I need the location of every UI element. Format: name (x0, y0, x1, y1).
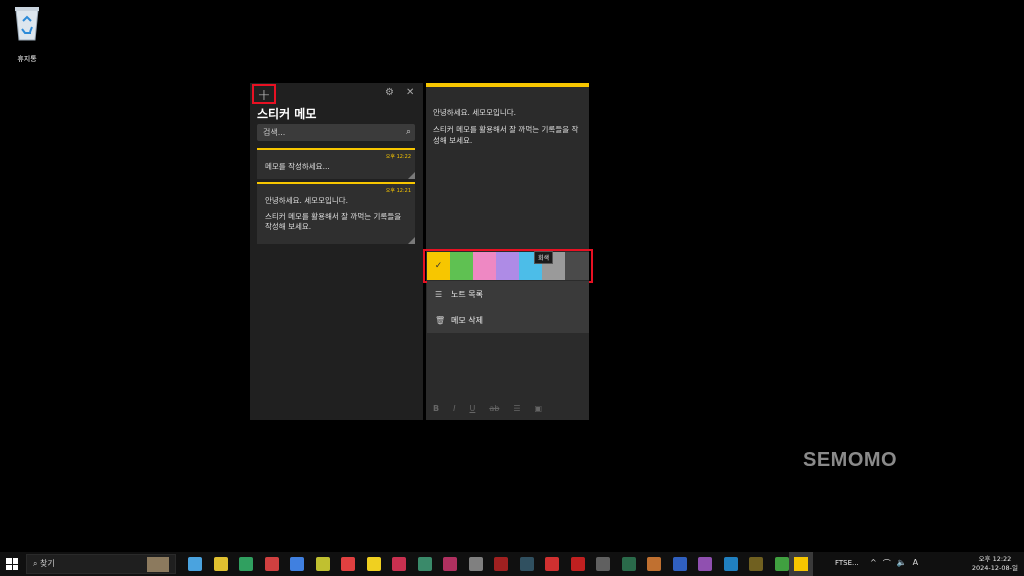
note-time: 오후 12:22 (385, 154, 411, 160)
taskbar-app-icon[interactable] (366, 557, 381, 571)
taskbar-app-icon[interactable] (392, 557, 406, 571)
note-preview: 메모를 작성하세요... (265, 162, 330, 171)
bold-icon[interactable]: B (433, 404, 439, 413)
strikethrough-icon[interactable]: ab (489, 404, 499, 413)
taskbar-app-icon[interactable] (672, 557, 687, 571)
taskbar-app-icon[interactable] (596, 557, 610, 571)
note-line-2: 스티커 메모를 활용해서 잘 까먹는 기록들을 작성해 보세요. (433, 125, 579, 145)
taskbar-search-label: 찾기 (40, 559, 55, 568)
notes-list-menu-item[interactable]: ☰ 노트 목록 (435, 289, 483, 300)
taskbar-app-icon[interactable] (341, 557, 355, 571)
taskbar-app-icon[interactable] (749, 557, 763, 571)
taskbar-app-icon[interactable] (188, 557, 202, 571)
taskbar-app-icon[interactable] (290, 557, 304, 571)
taskbar-app-icon[interactable] (723, 557, 738, 571)
note-title-bar[interactable] (426, 83, 589, 87)
sticky-notes-list-window: + ⚙ ✕ 스티커 메모 검색... ⌕ 오후 12:22 메모를 작성하세요.… (250, 83, 423, 420)
image-icon[interactable]: ▣ (534, 404, 542, 413)
taskbar-search[interactable]: ⌕ 찾기 (26, 554, 176, 574)
taskbar-app-icon[interactable] (519, 557, 534, 571)
taskbar-app-icon[interactable] (213, 557, 228, 571)
add-note-button[interactable]: + (252, 84, 276, 104)
system-tray: ^ ⌒ 🔈 A (870, 558, 918, 569)
taskbar-app-icon[interactable] (315, 557, 330, 571)
note-line-1: 안녕하세요. 세모모입니다. (433, 108, 517, 117)
note-menu: ☰ 노트 목록 🗑 메모 삭제 (427, 281, 589, 333)
clock[interactable]: 오후 12:22 2024-12-08-일 (972, 555, 1018, 573)
note-content[interactable]: 안녕하세요. 세모모입니다. 스티커 메모를 활용해서 잘 까먹는 기록들을 작… (433, 107, 585, 152)
note-card-2[interactable]: 오후 12:21 안녕하세요. 세모모입니다. 스티커 메모를 활용해서 잘 까… (257, 182, 415, 244)
taskbar-app-icon[interactable] (468, 557, 483, 571)
note-fold-icon (408, 237, 415, 244)
notes-list-label: 노트 목록 (451, 290, 483, 299)
watermark: SEMOMO (803, 449, 898, 471)
taskbar-app-icon[interactable] (774, 557, 789, 571)
recycle-bin-label: 휴지통 (17, 55, 37, 63)
settings-gear-icon[interactable]: ⚙ (385, 87, 394, 98)
chevron-up-icon[interactable]: ^ (870, 558, 877, 569)
note-time: 오후 12:21 (385, 188, 411, 194)
sticky-notes-icon (794, 557, 808, 571)
sticky-notes-taskbar-app[interactable] (789, 552, 813, 576)
volume-icon[interactable]: 🔈 (897, 558, 907, 569)
search-input[interactable]: 검색... ⌕ (257, 124, 415, 141)
clock-date: 2024-12-08-일 (971, 564, 1018, 572)
note-card-1[interactable]: 오후 12:22 메모를 작성하세요... (257, 148, 415, 179)
network-icon[interactable]: ⌒ (883, 558, 891, 569)
taskbar: ⌕ 찾기 FTSE... ^ ⌒ 🔈 A 오후 12:22 2024-12-08… (0, 552, 1024, 576)
underline-icon[interactable]: U (469, 404, 475, 413)
bullet-list-icon[interactable]: ☰ (513, 404, 520, 413)
italic-icon[interactable]: I (453, 404, 455, 413)
windows-start-icon[interactable] (6, 558, 18, 570)
taskbar-app-icon[interactable] (494, 557, 508, 571)
taskbar-app-icon[interactable] (239, 557, 253, 571)
list-title: 스티커 메모 (257, 107, 317, 121)
search-icon[interactable]: ⌕ (406, 124, 411, 141)
taskbar-app-icon[interactable] (570, 557, 585, 571)
taskbar-app-icon[interactable] (698, 557, 712, 571)
taskbar-app-icon[interactable] (417, 557, 432, 571)
taskbar-app-icon[interactable] (443, 557, 457, 571)
taskbar-app-icon[interactable] (621, 557, 636, 571)
note-fold-icon (408, 172, 415, 179)
recycle-bin[interactable]: 휴지통 (4, 4, 50, 64)
delete-note-label: 메모 삭제 (451, 316, 483, 325)
stock-widget[interactable]: FTSE... (835, 559, 859, 567)
note-preview-line2: 스티커 메모를 활용해서 잘 까먹는 기록들을 작성해 보세요. (265, 212, 402, 231)
note-preview-line1: 안녕하세요. 세모모입니다. (265, 196, 349, 205)
taskbar-app-icon[interactable] (545, 557, 559, 571)
search-placeholder: 검색... (263, 128, 286, 137)
taskbar-app-icon[interactable] (647, 557, 661, 571)
delete-note-menu-item[interactable]: 🗑 메모 삭제 (435, 315, 483, 326)
search-highlight-image (147, 557, 169, 572)
search-icon: ⌕ (33, 559, 41, 568)
taskbar-app-icon[interactable] (264, 557, 279, 571)
color-tooltip: 회색 (534, 251, 554, 264)
list-icon: ☰ (435, 290, 443, 299)
trash-icon: 🗑 (435, 316, 446, 325)
close-icon[interactable]: ✕ (406, 87, 414, 98)
language-icon[interactable]: A (913, 558, 918, 569)
clock-time: 오후 12:22 (978, 555, 1012, 563)
format-toolbar: B I U ab ☰ ▣ (433, 404, 542, 413)
color-picker-highlight (423, 249, 593, 283)
recycle-bin-icon (12, 4, 42, 42)
